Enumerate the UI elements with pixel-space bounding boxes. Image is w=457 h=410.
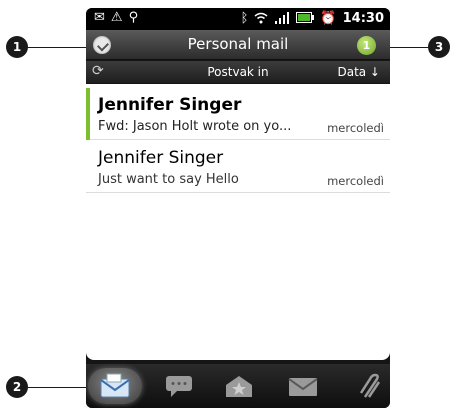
favorites-tab[interactable] [212,368,266,404]
chat-bubble-icon [166,376,192,397]
message-icon: ✉ [94,10,105,25]
inbox-tab[interactable] [88,368,142,404]
paperclip-icon [359,373,381,398]
message-subject: Fwd: Jason Holt wrote on yo... [98,119,292,134]
status-time: 14:30 [342,11,384,26]
inbox-envelope-icon [100,373,130,398]
message-date: mercoledì [327,174,384,188]
message-subject: Just want to say Hello [98,172,239,187]
message-date: mercoledì [327,121,384,135]
star-envelope-icon [226,376,252,397]
message-sender: Jennifer Singer [98,148,224,168]
message-row[interactable]: Jennifer Singer Just want to say Hello m… [86,141,390,193]
unread-count-badge[interactable]: 1 [357,36,376,55]
phone-screen: ✉ ⚠ ⚲ ᛒ ⏰ 14:30 Personal mail 1 ⟳ Postva… [86,8,390,408]
title-bar: Personal mail 1 [86,30,390,60]
sort-button[interactable]: Data ↓ [337,65,380,79]
message-row[interactable]: Jennifer Singer Fwd: Jason Holt wrote on… [86,88,390,140]
bottom-tab-bar [86,364,390,408]
usb-icon: ⚲ [128,10,139,25]
message-sender: Jennifer Singer [98,95,242,115]
alarm-icon: ⏰ [320,10,337,26]
callout-3: 3 [428,36,450,58]
signal-icon [274,11,290,26]
status-bar: ✉ ⚠ ⚲ ᛒ ⏰ 14:30 [86,8,390,30]
bluetooth-icon: ᛒ [240,10,249,26]
warning-icon: ⚠ [110,10,123,25]
callout-2: 2 [6,376,28,398]
wifi-icon [254,12,268,26]
unread-tab[interactable] [276,368,330,404]
unread-indicator [86,88,90,140]
callout-2-line [28,387,92,388]
attachments-tab[interactable] [344,368,390,404]
message-list: Jennifer Singer Fwd: Jason Holt wrote on… [86,84,390,360]
folder-bar: ⟳ Postvak in Data ↓ [86,61,390,83]
page-title: Personal mail [187,35,289,53]
conversations-tab[interactable] [152,368,206,404]
callout-1: 1 [6,36,28,58]
battery-icon [296,11,315,26]
envelope-icon [288,378,318,396]
